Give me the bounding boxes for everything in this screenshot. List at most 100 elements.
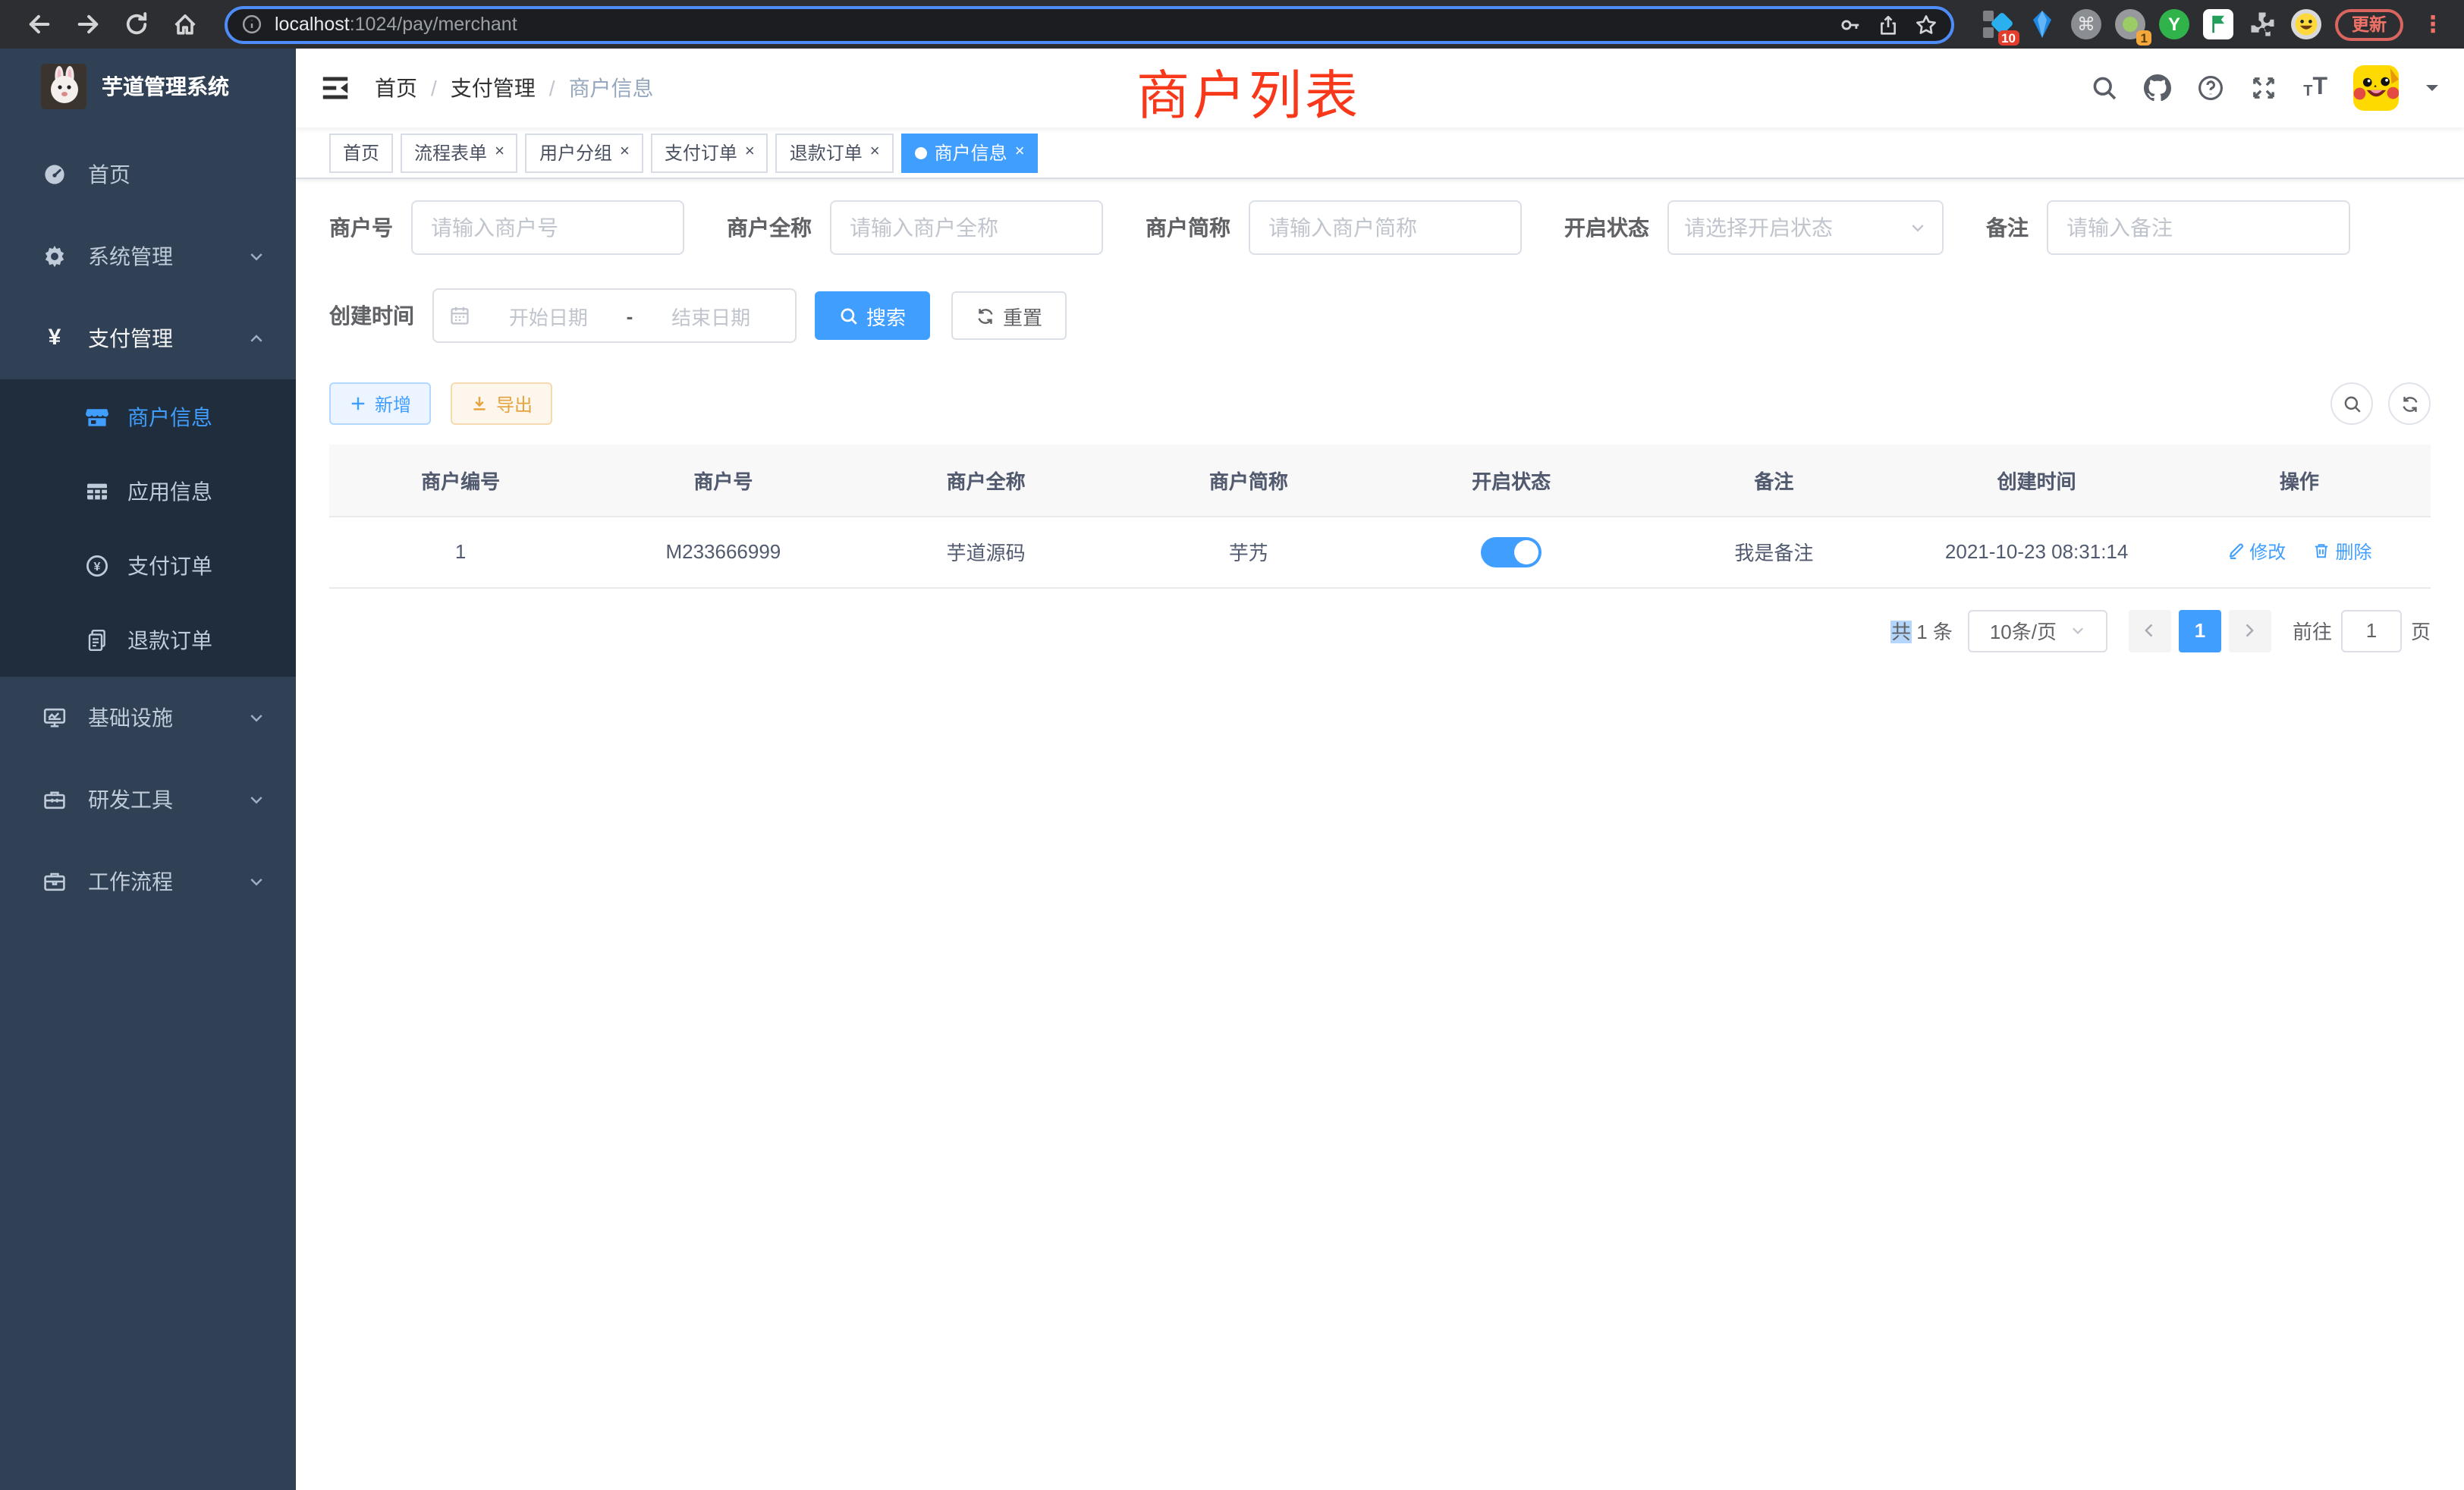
share-icon[interactable] [1877,13,1900,36]
sidebar-item-app-info[interactable]: 应用信息 [0,454,296,528]
tags-view-bar: 首页 流程表单× 用户分组× 支付订单× 退款订单× 商户信息× [296,127,2464,179]
filter-full-name: 商户全称 [727,200,1103,255]
breadcrumb-home[interactable]: 首页 [375,73,417,103]
prev-page-button[interactable] [2129,609,2171,652]
status-select[interactable]: 请选择开启状态 [1667,200,1944,255]
reload-icon[interactable] [123,11,150,38]
edit-link[interactable]: 修改 [2227,539,2286,564]
status-toggle[interactable] [1481,536,1542,567]
yen-circle-icon: ¥ [85,553,109,577]
close-icon[interactable]: × [745,144,755,161]
address-bar[interactable]: localhost:1024/pay/merchant [225,5,1954,43]
profile-avatar-icon[interactable] [2291,9,2321,39]
filter-create-time: 创建时间 开始日期 - 结束日期 [329,288,797,343]
browser-toolbar: localhost:1024/pay/merchant 10 ⌘ 1 Y [0,0,2464,49]
next-page-button[interactable] [2229,609,2271,652]
extension-y-icon[interactable]: Y [2159,9,2189,39]
sidebar-item-system[interactable]: 系统管理 [0,215,296,297]
fullscreen-icon[interactable] [2250,74,2277,102]
url-text[interactable]: localhost:1024/pay/merchant [275,14,517,35]
close-icon[interactable]: × [620,144,630,161]
chevron-down-icon [247,709,266,727]
goto-page-input[interactable] [2341,609,2402,652]
tab-home[interactable]: 首页 [329,133,393,172]
extension-gem-icon[interactable] [2027,9,2057,39]
extensions-bar: 10 ⌘ 1 Y 更新 ⋮ [1983,8,2449,40]
merchant-no-input[interactable] [411,200,684,255]
sidebar-item-refund-order[interactable]: 退款订单 [0,602,296,677]
delete-link[interactable]: 删除 [2313,539,2372,564]
refresh-table-button[interactable] [2388,382,2431,425]
cell-merchant-id: 1 [329,516,592,587]
navbar-actions: TT [2091,65,2440,111]
browser-menu-icon[interactable]: ⋮ [2417,11,2449,38]
site-info-icon[interactable] [241,14,262,35]
extensions-puzzle-icon[interactable] [2247,9,2277,39]
collapse-sidebar-icon[interactable] [320,73,350,103]
tab-user-group[interactable]: 用户分组× [526,133,643,172]
remark-input[interactable] [2047,200,2350,255]
sidebar-item-pay-order[interactable]: ¥ 支付订单 [0,528,296,602]
sidebar-logo[interactable]: 芋道管理系统 [0,49,296,124]
omnibox-actions [1839,13,1938,36]
page-size-select[interactable]: 10条/页 [1968,609,2107,652]
font-size-icon[interactable]: TT [2303,76,2327,100]
chevron-left-icon [2142,622,2158,639]
table-header-row: 商户编号 商户号 商户全称 商户简称 开启状态 备注 创建时间 操作 [329,445,2431,516]
sidebar-item-home[interactable]: 首页 [0,134,296,215]
sidebar-item-infra[interactable]: 基础设施 [0,677,296,759]
tab-merchant-info[interactable]: 商户信息× [901,133,1039,172]
extension-command-icon[interactable]: ⌘ [2071,9,2101,39]
sidebar-item-pay[interactable]: ¥ 支付管理 [0,297,296,379]
extension-diamond-icon[interactable]: 10 [1983,9,2013,39]
col-create-time: 创建时间 [1906,445,2168,516]
short-name-input[interactable] [1249,200,1522,255]
close-icon[interactable]: × [870,144,880,161]
password-key-icon[interactable] [1839,13,1862,36]
current-page-button[interactable]: 1 [2179,609,2221,652]
home-icon[interactable] [171,11,199,38]
chevron-down-icon [1909,218,1927,237]
col-actions: 操作 [2168,445,2431,516]
full-name-input[interactable] [830,200,1103,255]
tab-pay-order[interactable]: 支付订单× [651,133,768,172]
search-button[interactable]: 搜索 [815,291,930,340]
bookmark-star-icon[interactable] [1915,13,1938,36]
plus-icon [349,395,367,413]
table-toolbar: 新增 导出 [329,382,2431,425]
user-avatar[interactable] [2353,65,2399,111]
col-status: 开启状态 [1380,445,1642,516]
tab-process-form[interactable]: 流程表单× [401,133,518,172]
cell-remark: 我是备注 [1642,516,1905,587]
github-icon[interactable] [2144,74,2171,102]
help-icon[interactable] [2197,74,2224,102]
export-button[interactable]: 导出 [451,382,552,425]
toggle-search-button[interactable] [2330,382,2373,425]
extension-recorder-icon[interactable]: 1 [2115,9,2145,39]
chevron-down-icon [2069,622,2085,639]
sidebar-item-workflow[interactable]: 工作流程 [0,841,296,923]
reset-button[interactable]: 重置 [951,291,1067,340]
add-button[interactable]: 新增 [329,382,431,425]
extension-badge: 1 [2137,30,2151,46]
tab-refund-order[interactable]: 退款订单× [776,133,894,172]
extension-flag-icon[interactable] [2203,9,2233,39]
chevron-right-icon [2242,622,2258,639]
filter-remark: 备注 [1986,200,2350,255]
sidebar-item-merchant-info[interactable]: 商户信息 [0,379,296,454]
close-icon[interactable]: × [495,144,504,161]
filter-row-1: 商户号 商户全称 商户简称 开启状态 请选择开启状态 [329,200,2431,255]
date-range-picker[interactable]: 开始日期 - 结束日期 [432,288,797,343]
browser-update-button[interactable]: 更新 [2335,8,2403,40]
back-icon[interactable] [26,11,53,38]
caret-down-icon[interactable] [2425,80,2440,96]
close-icon[interactable]: × [1015,144,1025,161]
sidebar-item-devtools[interactable]: 研发工具 [0,759,296,841]
forward-icon[interactable] [74,11,102,38]
breadcrumb: 首页 / 支付管理 / 商户信息 [375,73,654,103]
yen-icon: ¥ [42,326,67,350]
breadcrumb-parent[interactable]: 支付管理 [451,73,536,103]
col-merchant-id: 商户编号 [329,445,592,516]
sidebar-submenu-pay: 商户信息 应用信息 ¥ 支付订单 退款订单 [0,379,296,677]
search-icon[interactable] [2091,74,2118,102]
